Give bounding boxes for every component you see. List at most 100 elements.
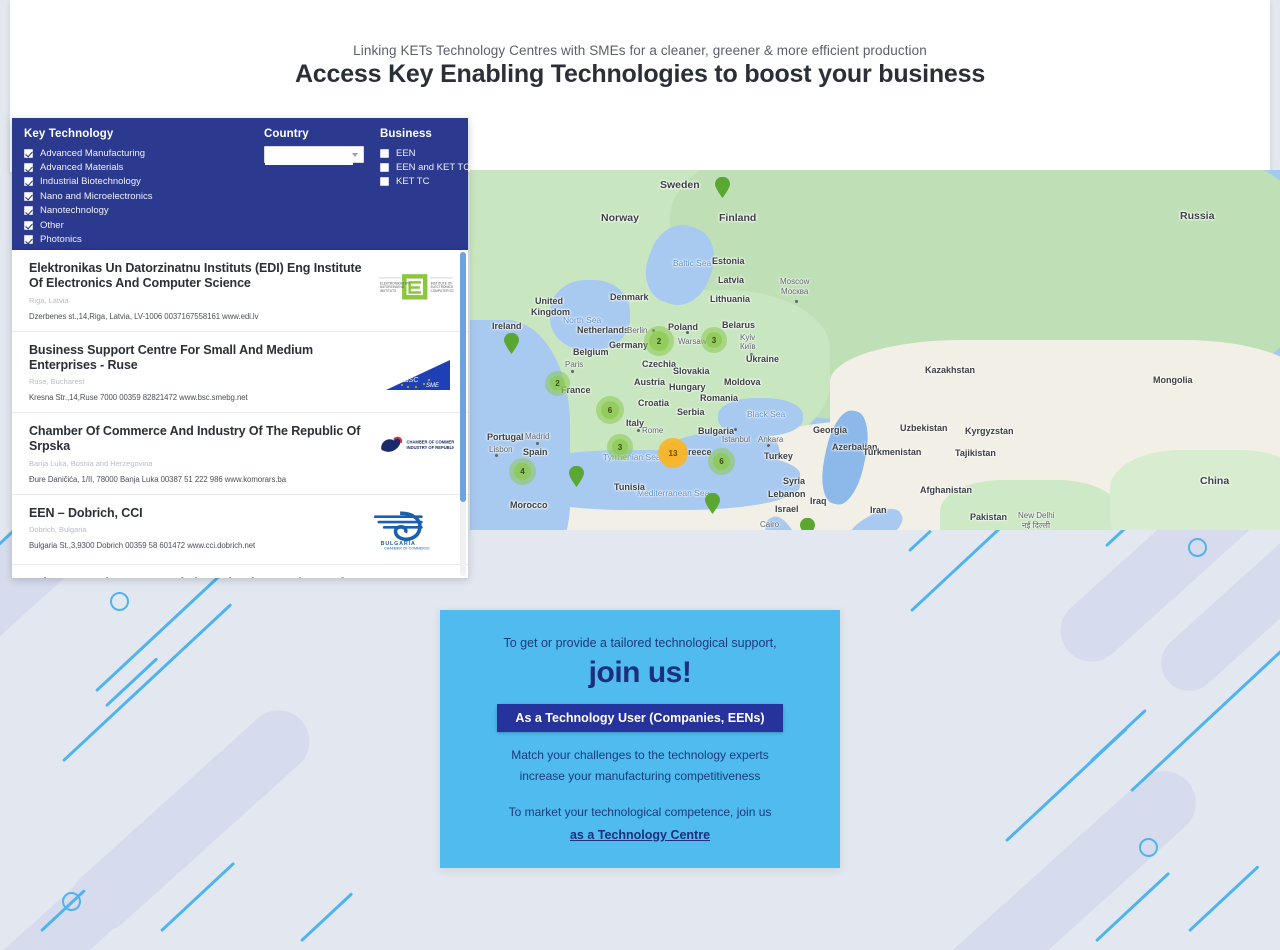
map-city-label: Berlin [627, 326, 648, 335]
table-row[interactable]: EEN – Dobrich, CCI Dobrich, Bulgaria Bul… [12, 495, 468, 565]
map-country-label: Tunisia [614, 482, 645, 492]
filter-group-country: Country [264, 128, 374, 165]
map-country-label: Portugal [487, 432, 524, 442]
map-city-dot [571, 370, 574, 373]
svg-text:BSC: BSC [404, 377, 419, 384]
table-row[interactable]: Elektronikas Un Datorzinatnu Instituts (… [12, 250, 468, 332]
deco-line [160, 861, 236, 933]
map-country-label: Israel [775, 504, 799, 514]
map-country-label: Belarus [722, 320, 756, 330]
filter-option-ket-tc[interactable]: KET TC [380, 175, 475, 189]
results-scrollbar[interactable] [460, 252, 466, 576]
map-country-label: Ukraine [746, 354, 780, 364]
result-address: Đure Daničića, 1/II, 78000 Banja Luka 00… [29, 474, 286, 484]
map-cluster-marker[interactable]: 6 [708, 448, 735, 475]
join-note: Match your challenges to the technology … [440, 745, 840, 786]
checkbox-icon[interactable] [24, 177, 33, 187]
checkbox-icon[interactable] [24, 220, 33, 230]
map-cluster-marker[interactable]: 13 [658, 438, 688, 468]
filter-option-nano-and-microelectronics[interactable]: Nano and Microelectronics [24, 189, 254, 203]
map-city-label: Paris [565, 360, 584, 369]
filter-option-other[interactable]: Other [24, 218, 254, 232]
map-sea-label: Mediterranean Sea [637, 488, 710, 498]
map-sea-label: Baltic Sea [673, 258, 712, 268]
map-country-label: Sweden [660, 179, 700, 191]
join-note-line2: increase your manufacturing competitiven… [519, 768, 761, 783]
map-cluster-marker[interactable]: 2 [545, 371, 570, 396]
join-note-secondary: To market your technological competence,… [508, 805, 772, 820]
map-city-label: Madrid [525, 432, 550, 441]
checkbox-icon[interactable] [24, 163, 33, 173]
map-cluster-marker[interactable]: 4 [509, 458, 536, 485]
map-country-label: Belgium [573, 347, 609, 357]
cluster-count: 3 [617, 442, 623, 452]
map-country-label: Kyrgyzstan [965, 426, 1014, 436]
deco-line [1130, 605, 1280, 793]
map-city-label: Москва [781, 287, 809, 296]
map-country-label: Croatia [638, 398, 670, 408]
map-cluster-marker[interactable]: 3 [701, 327, 727, 353]
checkbox-icon[interactable] [24, 148, 33, 158]
filter-heading-key-technology: Key Technology [24, 128, 114, 140]
filter-group-business: Business EEN EEN and KET TC KET TC [380, 128, 475, 189]
filter-group-key-technology: Key Technology Advanced Manufacturing Ad… [24, 128, 254, 247]
cluster-count: 3 [711, 335, 717, 345]
filter-option-photonics[interactable]: Photonics [24, 232, 254, 246]
filter-heading-country: Country [264, 128, 309, 140]
svg-text:CHAMBER OF COMMERCE AND: CHAMBER OF COMMERCE AND [407, 440, 455, 445]
map-city-label: Moscow [780, 277, 810, 286]
map-country-label: Latvia [718, 275, 745, 285]
map-country-label: Netherlands [577, 325, 630, 335]
map-country-label: Morocco [510, 500, 548, 510]
checkbox-icon[interactable] [24, 206, 33, 216]
filter-option-advanced-manufacturing[interactable]: Advanced Manufacturing [24, 146, 254, 160]
deco-blob [1149, 513, 1280, 703]
result-title: EEN – Dobrich, CCI [29, 505, 143, 520]
map-city-dot [495, 454, 498, 457]
technology-centre-link[interactable]: as a Technology Centre [570, 828, 710, 842]
map-city-label: Cairo [760, 520, 780, 529]
table-row[interactable]: Business Support Centre For Small And Me… [12, 332, 468, 413]
chevron-down-icon[interactable] [352, 153, 358, 157]
filter-option-een-and-ket-tc[interactable]: EEN and KET TC [380, 160, 475, 174]
checkbox-icon[interactable] [380, 177, 389, 187]
deco-line [908, 529, 932, 553]
deco-line [105, 657, 159, 708]
table-row[interactable]: Joint Innovation Centre Of The Bulgarian… [12, 565, 468, 579]
map-country-label: Uzbekistan [900, 423, 948, 433]
table-row[interactable]: Chamber Of Commerce And Industry Of The … [12, 413, 468, 495]
result-address: Kresna Str.,14,Ruse 7000 00359 82821472 … [29, 393, 248, 402]
map-country-label: Spain [523, 447, 548, 457]
deco-circle [62, 892, 81, 911]
map-city-label: Київ [740, 342, 756, 351]
svg-text:CHAMBER OF COMMERCE: CHAMBER OF COMMERCE [384, 546, 430, 550]
checkbox-icon[interactable] [24, 191, 33, 201]
srpska-chamber-logo: CHAMBER OF COMMERCE AND INDUSTRY OF REPU… [378, 431, 468, 475]
cluster-count: 2 [656, 336, 662, 346]
deco-line [62, 603, 233, 763]
checkbox-icon[interactable] [380, 148, 389, 158]
map-country-label: Kingdom [531, 307, 570, 317]
results-scrollbar-thumb[interactable] [460, 252, 466, 502]
map-country-label: Iraq [810, 496, 827, 506]
filter-option-advanced-materials[interactable]: Advanced Materials [24, 160, 254, 174]
filter-option-een[interactable]: EEN [380, 146, 475, 160]
filter-option-nanotechnology[interactable]: Nanotechnology [24, 204, 254, 218]
bulgaria-dobrich-logo: BULGARIA CHAMBER OF COMMERCE [370, 507, 446, 551]
checkbox-icon[interactable] [380, 163, 389, 173]
filter-option-industrial-biotechnology[interactable]: Industrial Biotechnology [24, 175, 254, 189]
country-input[interactable] [265, 149, 353, 165]
map-canvas[interactable]: North Sea Baltic Sea Black Sea Tyrrhenia… [470, 170, 1280, 530]
map-cluster-marker[interactable]: 3 [607, 434, 633, 460]
filter-option-label: Other [40, 219, 64, 231]
technology-user-button[interactable]: As a Technology User (Companies, EENs) [497, 704, 783, 732]
results-list[interactable]: Elektronikas Un Datorzinatnu Instituts (… [12, 250, 468, 578]
map-country-label: Austria [634, 377, 666, 387]
map-cluster-marker[interactable]: 2 [644, 326, 674, 356]
filter-option-label: Nanotechnology [40, 205, 109, 217]
deco-line [1188, 865, 1260, 933]
map-cluster-marker[interactable]: 6 [596, 396, 624, 424]
checkbox-icon[interactable] [24, 235, 33, 245]
country-select[interactable] [264, 146, 364, 165]
map-country-label: Mongolia [1153, 375, 1193, 385]
